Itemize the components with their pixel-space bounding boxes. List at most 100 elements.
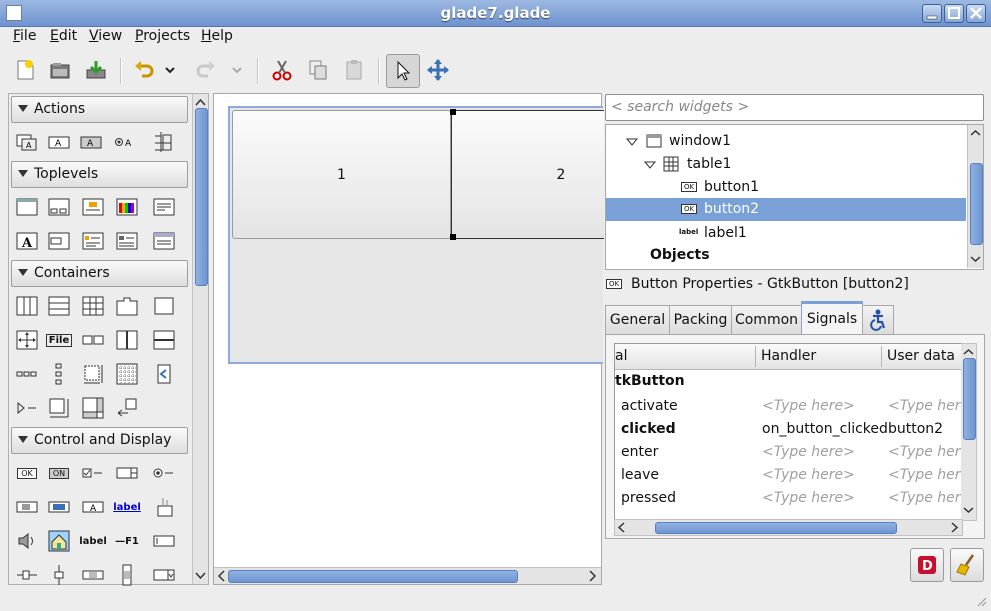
radio-button-icon[interactable]	[152, 462, 176, 484]
design-button-2-selected[interactable]: 2	[450, 109, 604, 240]
menu-edit[interactable]: Edit	[50, 28, 77, 44]
signal-handler-cell[interactable]: <Type here>	[762, 490, 855, 506]
radio-action-icon[interactable]: A	[79, 131, 103, 153]
recent-action-icon[interactable]: A	[113, 131, 137, 153]
design-button-1[interactable]: 1	[232, 110, 451, 239]
signal-user-data-cell[interactable]: <Type here>	[888, 467, 961, 483]
signals-hscrollbar[interactable]	[614, 519, 963, 536]
signal-handler-cell[interactable]: <Type here>	[762, 444, 855, 460]
vpaned-icon[interactable]	[152, 329, 176, 351]
signal-row[interactable]: clicked on_button_clicked button2	[615, 419, 961, 442]
tree-scrollbar[interactable]	[967, 125, 983, 268]
signal-row[interactable]: pressed <Type here> <Type here>	[615, 488, 961, 511]
link-button-glyph[interactable]: label	[113, 496, 141, 518]
signal-row[interactable]: leave <Type here> <Type here>	[615, 465, 961, 488]
devhelp-button[interactable]: D	[910, 548, 944, 582]
close-button[interactable]	[966, 4, 986, 23]
workspace-hscrollbar[interactable]	[214, 567, 601, 584]
hscale-icon[interactable]	[15, 564, 39, 586]
layout-icon[interactable]	[81, 363, 105, 385]
tree-item-table1[interactable]: table1	[687, 156, 731, 172]
about-dialog-icon[interactable]	[81, 196, 105, 218]
paste-button[interactable]	[338, 54, 370, 86]
tree-item-button1[interactable]: button1	[704, 179, 759, 195]
menu-file[interactable]: File	[13, 28, 36, 44]
selection-handle[interactable]	[450, 234, 456, 240]
viewport-icon[interactable]	[47, 397, 71, 419]
button-widget-icon[interactable]: OK	[15, 462, 39, 484]
signals-vscroll-thumb[interactable]	[963, 358, 976, 440]
event-box-icon[interactable]	[152, 363, 176, 385]
hbutton-box-icon[interactable]	[15, 363, 39, 385]
tree-item-label1[interactable]: label1	[704, 225, 747, 241]
accel-label-glyph[interactable]: —F1	[115, 530, 139, 552]
redo-dropdown[interactable]	[227, 54, 247, 86]
col-header-signal[interactable]: al	[615, 348, 627, 364]
maximize-button[interactable]	[944, 4, 964, 23]
spin-button-icon[interactable]	[115, 462, 139, 484]
vbutton-box-icon[interactable]	[47, 363, 71, 385]
resize-grip-icon[interactable]	[975, 595, 987, 607]
toggle-button-icon[interactable]: ON	[47, 462, 71, 484]
alignment-icon[interactable]	[115, 397, 139, 419]
window-widget-icon[interactable]	[15, 196, 39, 218]
tree-scroll-thumb[interactable]	[970, 163, 983, 245]
col-header-handler[interactable]: Handler	[761, 348, 816, 364]
search-widgets-input[interactable]: < search widgets >	[605, 94, 984, 121]
action-icon[interactable]: A	[15, 131, 39, 153]
entry-widget-icon[interactable]	[152, 530, 176, 552]
signal-user-data-cell[interactable]: <Type here>	[888, 444, 961, 460]
cut-button[interactable]	[266, 54, 298, 86]
menu-projects[interactable]: Projects	[135, 28, 190, 44]
open-button[interactable]	[44, 54, 76, 86]
clear-button[interactable]	[950, 548, 984, 582]
vbox-icon[interactable]	[47, 295, 71, 317]
hpaned-icon[interactable]	[115, 329, 139, 351]
vscale-icon[interactable]	[47, 564, 71, 586]
copy-button[interactable]	[302, 54, 334, 86]
workspace-scroll-thumb[interactable]	[228, 570, 518, 583]
widget-tree[interactable]: window1 table1 OK button1 OK button2 lab…	[605, 124, 984, 270]
file-chooser-button-icon[interactable]	[15, 496, 39, 518]
font-selection-dialog-icon[interactable]: A	[15, 230, 39, 252]
signal-handler-cell[interactable]: <Type here>	[762, 398, 855, 414]
palette-section-toplevels[interactable]: Toplevels	[11, 161, 188, 188]
palette-scroll-thumb[interactable]	[195, 108, 208, 286]
tree-item-window1[interactable]: window1	[669, 133, 731, 149]
tab-general[interactable]: General	[605, 305, 670, 334]
signal-user-data-cell[interactable]: <Type here>	[888, 398, 961, 414]
table-widget-icon[interactable]	[81, 295, 105, 317]
message-dialog-icon[interactable]	[81, 230, 105, 252]
scrolled-window-icon[interactable]	[81, 397, 105, 419]
file-glyph[interactable]: File	[45, 329, 73, 351]
frame-icon[interactable]	[152, 295, 176, 317]
menu-help[interactable]: Help	[201, 28, 233, 44]
expander-open-icon[interactable]	[644, 160, 656, 170]
font-button-icon[interactable]: A	[81, 496, 105, 518]
tab-signals[interactable]: Signals	[801, 301, 863, 337]
design-window[interactable]: 1 2	[228, 106, 604, 364]
palette-section-containers[interactable]: Containers	[11, 260, 188, 287]
tab-packing[interactable]: Packing	[669, 305, 732, 334]
palette-scrollbar[interactable]	[192, 94, 208, 584]
input-dialog-icon[interactable]	[47, 230, 71, 252]
signal-handler-cell[interactable]: <Type here>	[762, 467, 855, 483]
title-bar[interactable]: glade7.glade	[0, 0, 991, 27]
new-button[interactable]	[9, 54, 41, 86]
signal-row[interactable]: enter <Type here> <Type here>	[615, 442, 961, 465]
redo-button[interactable]	[190, 54, 222, 86]
tree-item-button2-selected[interactable]: OK button2	[606, 198, 966, 221]
button-box-icon[interactable]	[81, 329, 105, 351]
fixed-icon[interactable]	[115, 363, 139, 385]
signals-table[interactable]: al Handler User data tkButton activate <T…	[614, 343, 962, 521]
col-header-user-data[interactable]: User data	[887, 348, 955, 364]
notebook-icon[interactable]	[115, 295, 139, 317]
select-button[interactable]	[386, 54, 420, 88]
volume-button-icon[interactable]	[15, 530, 39, 552]
palette-section-actions[interactable]: Actions	[11, 96, 188, 123]
palette-section-control-display[interactable]: Control and Display	[11, 427, 188, 454]
combo-box-icon[interactable]	[152, 564, 176, 586]
label-widget-glyph[interactable]: label	[79, 530, 107, 552]
scale-button-icon[interactable]	[152, 496, 176, 518]
signal-user-data-cell[interactable]: <Type here>	[888, 490, 961, 506]
